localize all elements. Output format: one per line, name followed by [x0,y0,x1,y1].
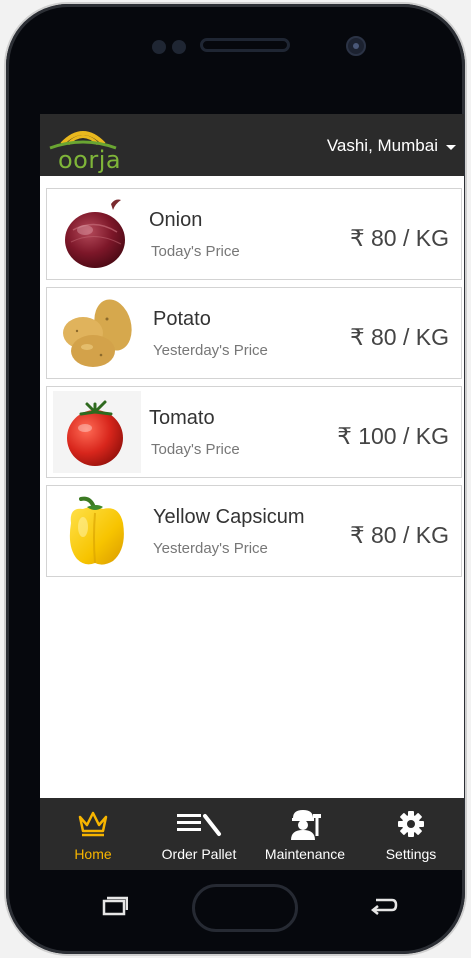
brand-logo[interactable]: oorja [48,120,122,174]
onion-image [53,193,141,275]
potato-image [53,292,141,374]
app-bar: oorja Vashi, Mumbai [40,114,464,176]
product-card-potato[interactable]: Potato Yesterday's Price ₹ 80 / KG [46,287,462,379]
product-name: Yellow Capsicum [153,506,305,528]
location-selector[interactable]: Vashi, Mumbai [327,136,456,156]
product-list: Onion Today's Price ₹ 80 / KG Potato Yes… [46,188,462,584]
nav-label: Home [74,846,112,862]
nav-label: Order Pallet [161,846,237,862]
mechanic-icon [287,808,323,840]
recent-apps-icon[interactable] [102,896,129,916]
crown-icon [76,808,110,840]
price-label: Yesterday's Price [153,342,268,359]
brand-name: oorja [58,146,122,174]
price-label: Yesterday's Price [153,540,268,557]
location-label: Vashi, Mumbai [326,136,438,155]
product-card-onion[interactable]: Onion Today's Price ₹ 80 / KG [46,188,462,280]
product-name: Potato [153,308,211,330]
tomato-image [53,391,141,473]
product-price: ₹ 100 / KG [337,423,449,449]
product-price: ₹ 80 / KG [349,522,449,548]
price-label: Today's Price [151,243,240,260]
nav-order-pallet[interactable]: Order Pallet [146,798,252,870]
nav-home[interactable]: Home [40,798,146,870]
bottom-navigation: Home Order Pallet Maintenance Settings [40,798,464,870]
phone-bottom-bezel [6,870,465,954]
product-card-tomato[interactable]: Tomato Today's Price ₹ 100 / KG [46,386,462,478]
app-screen: oorja Vashi, Mumbai Onion Today's Price … [40,114,464,870]
sensor-dot [152,40,166,54]
nav-label: Settings [385,846,437,862]
pallet-icon [175,808,223,840]
sensor-dot [172,40,186,54]
capsicum-image [53,490,141,572]
nav-label: Maintenance [264,846,346,862]
back-icon[interactable] [368,894,398,918]
product-price: ₹ 80 / KG [349,324,449,350]
earpiece-speaker [200,38,290,52]
product-price: ₹ 80 / KG [349,225,449,251]
phone-top-bezel [6,4,465,112]
product-name: Tomato [149,407,215,429]
gear-icon [397,808,425,840]
caret-down-icon [446,145,456,150]
hardware-home-button[interactable] [192,884,298,932]
nav-maintenance[interactable]: Maintenance [252,798,358,870]
phone-frame: oorja Vashi, Mumbai Onion Today's Price … [6,4,465,954]
product-name: Onion [149,209,203,231]
price-label: Today's Price [151,441,240,458]
product-card-yellow-capsicum[interactable]: Yellow Capsicum Yesterday's Price ₹ 80 /… [46,485,462,577]
nav-settings[interactable]: Settings [358,798,464,870]
front-camera [346,36,366,56]
